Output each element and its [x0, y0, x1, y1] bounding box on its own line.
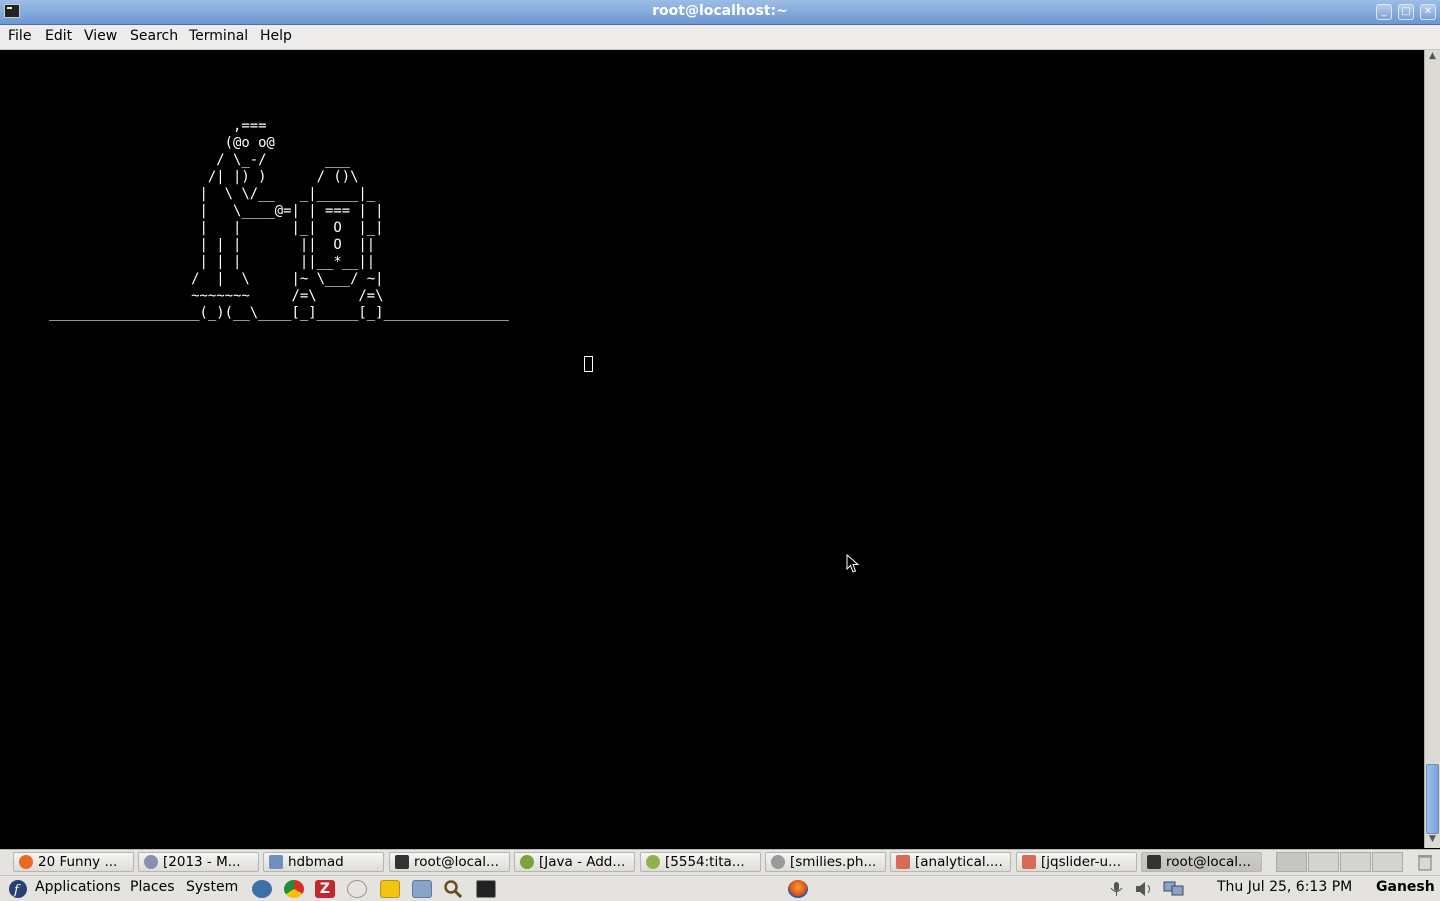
eclipse-icon	[520, 855, 534, 869]
maximize-button[interactable]: □	[1398, 4, 1414, 20]
terminal-icon	[395, 855, 409, 869]
window-titlebar[interactable]: root@localhost:~ _ □ ✕	[0, 0, 1440, 25]
user-name[interactable]: Ganesh	[1376, 879, 1435, 895]
vertical-scrollbar[interactable]: ▲ ▼	[1424, 50, 1440, 848]
main-panel: f Applications Places System Z Thu Jul 2…	[0, 875, 1440, 901]
places-menu[interactable]: Places	[130, 879, 175, 895]
task-folder[interactable]: hdbmad	[263, 852, 384, 872]
menu-file[interactable]: File	[8, 28, 31, 44]
close-button[interactable]: ✕	[1420, 4, 1436, 20]
terminal-icon[interactable]	[476, 880, 496, 898]
workspace-3[interactable]	[1340, 852, 1371, 872]
task-eclipse[interactable]: [Java - Add...	[514, 852, 635, 872]
applications-menu[interactable]: Applications	[35, 879, 121, 895]
task-pidgin[interactable]: [2013 - M...	[138, 852, 259, 872]
filezilla-icon[interactable]: Z	[315, 880, 335, 898]
fedora-logo-icon: f	[9, 880, 27, 898]
thunderbird-icon[interactable]	[252, 880, 272, 898]
task-document-2[interactable]: [jqslider-u...	[1016, 852, 1137, 872]
scrollbar-thumb[interactable]	[1426, 764, 1439, 834]
trash-icon[interactable]	[1416, 853, 1434, 871]
menu-bar: File Edit View Search Terminal Help	[0, 25, 1440, 50]
window-title: root@localhost:~	[652, 3, 788, 19]
menu-help[interactable]: Help	[260, 28, 292, 44]
task-terminal-2[interactable]: root@local...	[1141, 852, 1262, 872]
clock[interactable]: Thu Jul 25, 6:13 PM	[1217, 879, 1352, 895]
editor-icon	[771, 855, 785, 869]
chrome-icon[interactable]	[284, 880, 304, 898]
document-icon	[896, 855, 910, 869]
document-icon	[1022, 855, 1036, 869]
mouse-pointer-icon	[846, 554, 860, 573]
android-icon	[646, 855, 660, 869]
terminal-icon	[1147, 855, 1161, 869]
task-editor[interactable]: [smilies.ph...	[765, 852, 886, 872]
scroll-down-icon[interactable]: ▼	[1426, 833, 1439, 846]
microphone-icon[interactable]	[1104, 880, 1128, 898]
filemanager-icon[interactable]	[412, 880, 432, 898]
menu-edit[interactable]: Edit	[45, 28, 72, 44]
window-list-panel: 20 Funny ... [2013 - M... hdbmad root@lo…	[0, 849, 1440, 875]
folder-icon	[269, 855, 283, 869]
task-document-1[interactable]: [analytical....	[890, 852, 1011, 872]
menu-view[interactable]: View	[84, 28, 117, 44]
terminal-output: ,=== (@o o@ / \_-/ ___ /| |) ) / ()\ | \…	[49, 118, 509, 321]
scroll-up-icon[interactable]: ▲	[1426, 50, 1439, 63]
system-menu[interactable]: System	[186, 879, 238, 895]
task-firefox[interactable]: 20 Funny ...	[13, 852, 134, 872]
notes-icon[interactable]	[380, 880, 400, 898]
menu-search[interactable]: Search	[130, 28, 178, 44]
firefox-icon[interactable]	[788, 880, 808, 898]
workspace-2[interactable]	[1308, 852, 1339, 872]
task-terminal-1[interactable]: root@local...	[389, 852, 510, 872]
menu-terminal[interactable]: Terminal	[189, 28, 248, 44]
email-icon[interactable]	[347, 880, 367, 898]
volume-icon[interactable]	[1134, 880, 1156, 898]
pidgin-icon	[144, 855, 158, 869]
workspace-1[interactable]	[1276, 852, 1307, 872]
minimize-button[interactable]: _	[1376, 4, 1392, 20]
firefox-icon	[19, 855, 33, 869]
task-emulator[interactable]: [5554:tita...	[640, 852, 761, 872]
network-icon[interactable]	[1162, 880, 1186, 898]
workspace-4[interactable]	[1372, 852, 1403, 872]
search-icon[interactable]	[443, 879, 463, 899]
text-cursor	[584, 356, 593, 372]
